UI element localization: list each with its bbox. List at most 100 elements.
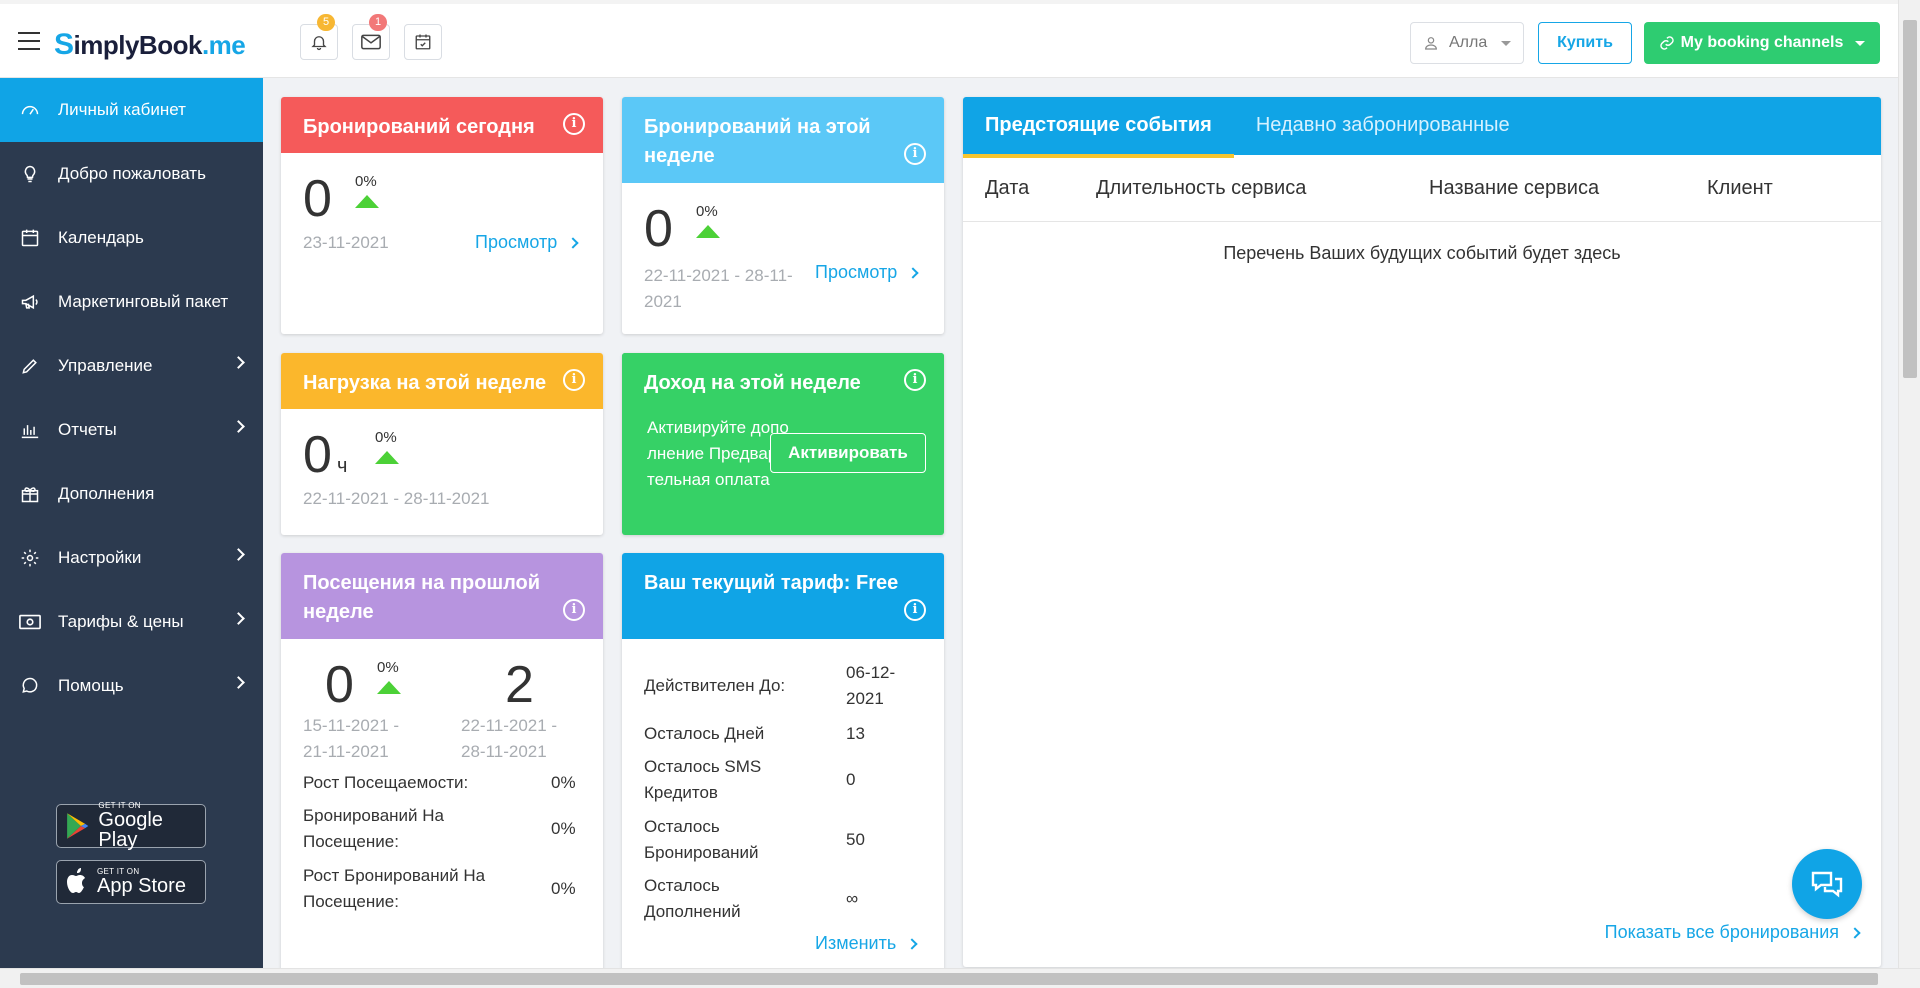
chevron-right-icon [906, 937, 918, 950]
sidebar-item-label: Маркетинговый пакет [58, 292, 229, 311]
trend-up-icon [696, 225, 720, 238]
sidebar-item-label: Календарь [58, 228, 144, 247]
chevron-down-icon [1855, 40, 1866, 46]
chat-icon [1811, 871, 1843, 898]
percent-change: 0% [377, 659, 399, 676]
sidebar-item-settings[interactable]: Настройки [0, 526, 263, 590]
pencil-icon [18, 354, 42, 378]
plan-row-value: 0 [846, 770, 856, 789]
date-label: 22-11-2021 - 28-11-2021 [303, 489, 490, 508]
curr-date-label: 22-11-2021 - 28-11-2021 [461, 716, 558, 761]
calendar-check-icon [415, 34, 431, 50]
visits-row-label: Бронирований На Посещение: [303, 806, 444, 851]
view-link[interactable]: Просмотр [475, 232, 579, 253]
percent-change: 0% [696, 203, 718, 220]
sidebar-item-marketing[interactable]: Маркетинговый пакет [0, 270, 263, 334]
events-panel: Предстоящие события Недавно забронирован… [963, 97, 1881, 967]
user-icon [1425, 37, 1437, 50]
plan-row-label: Осталось Дней [644, 724, 765, 743]
card-title: Бронирований на этой неделе [644, 116, 871, 167]
card-current-plan: Ваш текущий тариф: Free i Действителен Д… [622, 553, 944, 973]
buy-button[interactable]: Купить [1538, 22, 1632, 64]
visits-row-value: 0% [551, 879, 576, 898]
chevron-right-icon [907, 266, 919, 279]
link-icon [1659, 36, 1674, 50]
sidebar-item-calendar[interactable]: Календарь [0, 206, 263, 270]
chevron-right-icon [232, 676, 245, 689]
card-header: Доход на этой неделе i [622, 353, 944, 409]
card-title: Ваш текущий тариф: Free [644, 572, 899, 594]
card-header: Бронирований сегодня i [281, 97, 603, 153]
tab-upcoming-events[interactable]: Предстоящие события [963, 97, 1234, 158]
card-title: Доход на этой неделе [644, 372, 861, 394]
google-play-icon [67, 813, 89, 839]
info-icon[interactable]: i [904, 143, 926, 165]
bookings-today-value: 0 [303, 170, 332, 228]
messages-button[interactable]: 1 [352, 14, 390, 60]
plan-row-value: 13 [846, 724, 865, 743]
sidebar-item-dashboard[interactable]: Личный кабинет [0, 78, 263, 142]
user-dropdown[interactable]: Алла [1410, 22, 1524, 64]
messages-badge: 1 [369, 14, 387, 31]
sidebar-item-label: Добро пожаловать [58, 164, 206, 183]
visits-row-label: Рост Бронирований На Посещение: [303, 866, 486, 911]
sidebar-item-addons[interactable]: Дополнения [0, 462, 263, 526]
horizontal-scrollbar[interactable] [0, 968, 1920, 988]
tasks-button[interactable] [404, 24, 442, 60]
sidebar-item-label: Управление [58, 356, 153, 375]
info-icon[interactable]: i [563, 369, 585, 391]
sidebar-item-pricing[interactable]: Тарифы & цены [0, 590, 263, 654]
bell-icon [311, 36, 327, 51]
view-link[interactable]: Просмотр [815, 262, 919, 283]
info-icon[interactable]: i [904, 369, 926, 391]
tab-recently-booked[interactable]: Недавно забронированные [1234, 97, 1532, 155]
google-play-button[interactable]: GET IT ON Google Play [56, 802, 206, 850]
sidebar-item-welcome[interactable]: Добро пожаловать [0, 142, 263, 206]
top-bar: SimplyBook.me 5 1 Алла Купить My booking… [0, 0, 1898, 78]
scrollbar-thumb[interactable] [20, 973, 1878, 985]
vertical-scrollbar[interactable] [1898, 0, 1920, 968]
sidebar-item-reports[interactable]: Отчеты [0, 398, 263, 462]
lightbulb-icon [18, 162, 42, 186]
calendar-icon [18, 226, 42, 250]
sidebar-item-label: Настройки [58, 548, 142, 567]
notifications-button[interactable]: 5 [300, 14, 338, 60]
sidebar: Личный кабинет Добро пожаловать Календар… [0, 78, 263, 968]
card-bookings-today: Бронирований сегодня i 0 0% 23-11-2021 П… [281, 97, 603, 334]
trend-up-icon [375, 451, 399, 464]
plan-row-label: Действителен До: [644, 676, 786, 695]
sidebar-item-management[interactable]: Управление [0, 334, 263, 398]
sidebar-item-label: Тарифы & цены [58, 612, 184, 631]
change-plan-link[interactable]: Изменить [815, 933, 918, 954]
chevron-right-icon [232, 612, 245, 625]
prev-date-label: 15-11-2021 - 21-11-2021 [303, 716, 400, 761]
gift-icon [18, 482, 42, 506]
card-title: Посещения на прошлой неделе [303, 572, 541, 623]
card-income-week: Доход на этой неделе i Активируйте допол… [622, 353, 944, 535]
hamburger-menu-icon[interactable] [18, 32, 40, 50]
info-icon[interactable]: i [563, 113, 585, 135]
info-icon[interactable]: i [904, 599, 926, 621]
live-chat-button[interactable] [1792, 849, 1862, 919]
plan-row-label: Осталось Дополнений [644, 876, 741, 921]
chevron-right-icon [232, 548, 245, 561]
bookings-week-value: 0 [644, 200, 673, 258]
show-all-bookings-link[interactable]: Показать все бронирования [1605, 922, 1861, 943]
activate-button[interactable]: Активировать [770, 433, 926, 473]
visits-row-value: 0% [551, 819, 576, 838]
visits-curr-value: 2 [505, 656, 534, 714]
column-header: Дата [985, 177, 1030, 199]
scrollbar-thumb[interactable] [1903, 20, 1917, 378]
sidebar-item-label: Отчеты [58, 420, 117, 439]
app-store-button[interactable]: GET IT ON App Store [56, 860, 206, 904]
sidebar-item-help[interactable]: Помощь [0, 654, 263, 718]
logo[interactable]: SimplyBook.me [54, 28, 246, 62]
card-header: Посещения на прошлой неделе i [281, 553, 603, 639]
visits-row-value: 0% [551, 773, 576, 792]
booking-channels-button[interactable]: My booking channels [1644, 22, 1880, 64]
info-icon[interactable]: i [563, 599, 585, 621]
card-header: Нагрузка на этой неделе i [281, 353, 603, 409]
banknote-icon [18, 610, 42, 634]
visits-row-label: Рост Посещаемости: [303, 773, 469, 792]
chevron-right-icon [232, 420, 245, 433]
